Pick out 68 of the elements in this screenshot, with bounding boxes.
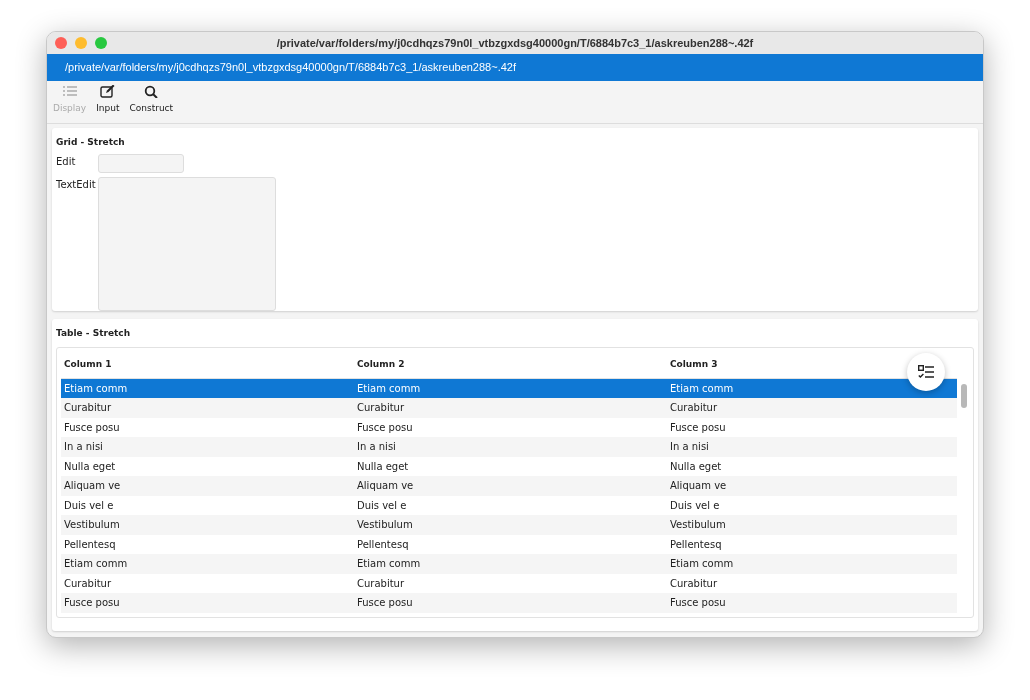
- search-icon: [143, 85, 159, 98]
- table-cell-text: Curabitur: [669, 576, 719, 591]
- table-cell-text: Nulla eget: [356, 459, 410, 474]
- table-cell-text: Vestibulum: [63, 518, 121, 533]
- table-row[interactable]: Aliquam ve Aliquam ve Aliquam ve: [61, 476, 957, 496]
- table-cell-text: Curabitur: [669, 401, 719, 416]
- column-header[interactable]: Column 3: [667, 357, 957, 372]
- section-title: Table - Stretch: [56, 327, 132, 340]
- close-button[interactable]: [55, 37, 67, 49]
- list-menu-button[interactable]: [907, 352, 945, 391]
- input-field[interactable]: [98, 153, 184, 173]
- table-cell-text: Duis vel e: [63, 498, 115, 513]
- table-cell-text: Pellentesq: [669, 537, 723, 552]
- table-row[interactable]: Pellentesq Pellentesq Pellentesq: [61, 534, 957, 554]
- table-row[interactable]: In a nisi In a nisi In a nisi: [61, 437, 957, 457]
- table-row[interactable]: Curabitur Curabitur Curabitur: [61, 573, 957, 593]
- table-cell-text: Etiam comm: [669, 381, 735, 396]
- text-area[interactable]: [98, 176, 276, 311]
- table-cell-text: Etiam comm: [63, 557, 129, 572]
- field-label: TextEdit: [56, 177, 97, 192]
- table-cell-text: Etiam comm: [669, 557, 735, 572]
- table-cell-text: Etiam comm: [63, 381, 129, 396]
- table-cell-text: Pellentesq: [356, 537, 410, 552]
- table-cell-text: Fusce posu: [356, 596, 414, 611]
- zoom-button[interactable]: [95, 37, 107, 49]
- table-cell-text: Curabitur: [356, 576, 406, 591]
- minimize-button[interactable]: [75, 37, 87, 49]
- table-cell-text: Vestibulum: [669, 518, 727, 533]
- table-cell-text: Duis vel e: [669, 498, 721, 513]
- table-row[interactable]: Fusce posu Fusce posu Fusce posu: [61, 593, 957, 613]
- table-cell-text: Fusce posu: [63, 420, 121, 435]
- table-cell-text: Fusce posu: [669, 596, 727, 611]
- table-cell-text: In a nisi: [63, 440, 104, 455]
- table-cell-text: Nulla eget: [63, 459, 117, 474]
- table-row[interactable]: Fusce posu Fusce posu Fusce posu: [61, 417, 957, 437]
- table-cell-text: Aliquam ve: [669, 479, 728, 494]
- table-cell-text: Duis vel e: [356, 498, 408, 513]
- table-row[interactable]: Nulla eget Nulla eget Nulla eget: [61, 456, 957, 476]
- table-cell-text: Vestibulum: [356, 518, 414, 533]
- section-title: Grid - Stretch: [56, 136, 126, 149]
- table-cell-text: Curabitur: [63, 576, 113, 591]
- list-icon: [62, 85, 78, 98]
- table-row[interactable]: Curabitur Curabitur Curabitur: [61, 398, 957, 418]
- table-cell-text: Pellentesq: [63, 537, 117, 552]
- table-row[interactable]: Vestibulum Vestibulum Vestibulum: [61, 515, 957, 535]
- table-cell-text: Aliquam ve: [356, 479, 415, 494]
- table-row[interactable]: Duis vel e Duis vel e Duis vel e: [61, 495, 957, 515]
- table-cell-text: Aliquam ve: [63, 479, 122, 494]
- toolbar-button[interactable]: Construct: [129, 85, 174, 119]
- window-title: /private/var/folders/my/j0cdhqzs79n0l_vtbzgxdsg40000gn/T/6884b7c3_1/askreuben288~.42f: [275, 35, 755, 51]
- table-cell-text: In a nisi: [356, 440, 397, 455]
- table-cell-text: Fusce posu: [63, 596, 121, 611]
- checklist-icon: [918, 364, 934, 379]
- table-cell-text: Curabitur: [63, 401, 113, 416]
- table-row[interactable]: Etiam comm Etiam comm Etiam comm: [61, 554, 957, 574]
- table-cell-text: Nulla eget: [669, 459, 723, 474]
- table-cell-text: Etiam comm: [356, 381, 422, 396]
- toolbar-button[interactable]: Input: [96, 85, 120, 119]
- column-header[interactable]: Column 1: [61, 357, 354, 372]
- table-cell-text: Curabitur: [356, 401, 406, 416]
- edit-icon: [100, 85, 116, 98]
- table-cell-text: Fusce posu: [669, 420, 727, 435]
- field-label: Edit: [56, 154, 77, 169]
- table-cell-text: Etiam comm: [356, 557, 422, 572]
- table-cell-text: Fusce posu: [356, 420, 414, 435]
- column-header[interactable]: Column 2: [354, 357, 667, 372]
- table-cell-text: In a nisi: [669, 440, 710, 455]
- path-bar: /private/var/folders/my/j0cdhqzs79n0l_vtbzgxdsg40000gn/T/6884b7c3_1/askreuben288~.42f: [47, 54, 983, 81]
